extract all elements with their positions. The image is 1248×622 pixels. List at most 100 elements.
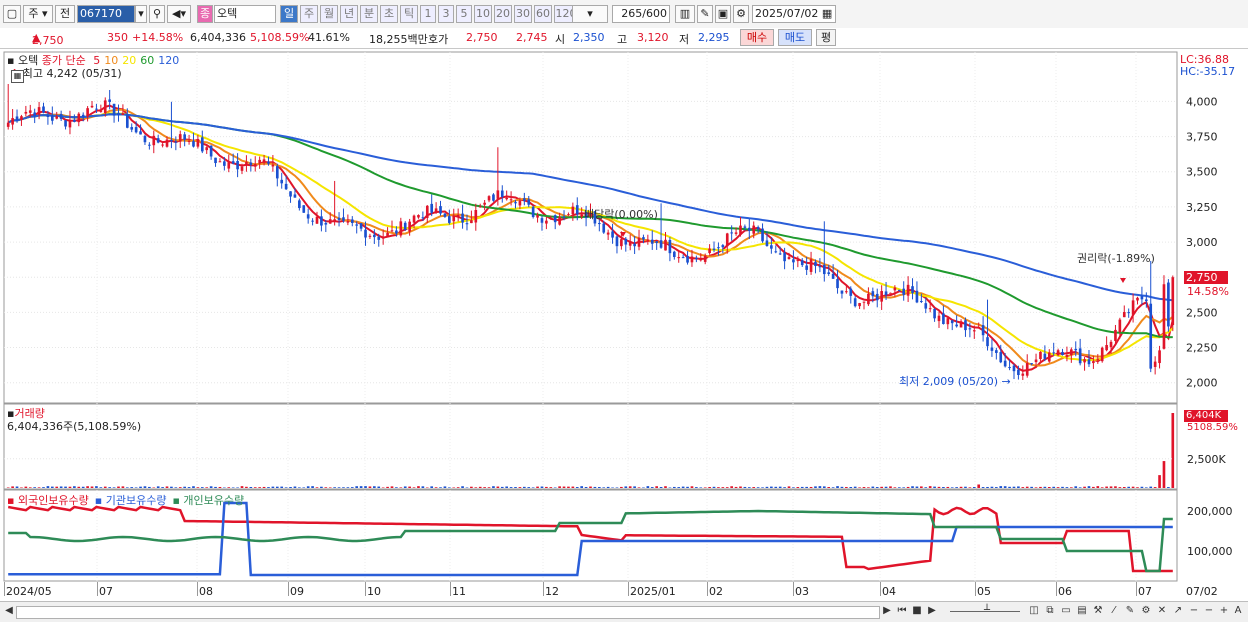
candle-body bbox=[258, 160, 261, 164]
period-1[interactable]: 주 bbox=[300, 5, 318, 23]
volume-bar bbox=[1158, 475, 1161, 488]
volume-bar bbox=[470, 487, 473, 488]
candle-body bbox=[1101, 348, 1104, 361]
line-tool-icon[interactable]: ⁄ bbox=[1107, 604, 1121, 618]
volume-bar bbox=[1096, 486, 1099, 488]
zoom-handle-icon[interactable]: ┴ bbox=[980, 604, 994, 618]
minus-icon[interactable]: − bbox=[1202, 604, 1216, 618]
save-icon[interactable]: ▣ bbox=[715, 5, 731, 23]
speaker-icon[interactable]: ◀▾ bbox=[167, 5, 191, 23]
candle-body bbox=[183, 134, 186, 139]
chart-area[interactable]: 4,0003,7503,5003,2503,0002,7502,5002,250… bbox=[0, 49, 1248, 601]
volume-bar bbox=[16, 486, 19, 488]
interval-10[interactable]: 10 bbox=[474, 5, 492, 23]
candle-body bbox=[333, 219, 336, 221]
draw-tool-icon[interactable]: ✎ bbox=[697, 5, 713, 23]
candle-body bbox=[602, 224, 605, 233]
candle-body bbox=[1044, 354, 1047, 359]
interval-5[interactable]: 5 bbox=[456, 5, 472, 23]
interval-3[interactable]: 3 bbox=[438, 5, 454, 23]
volume-bar bbox=[1039, 487, 1042, 488]
interval-60[interactable]: 60 bbox=[534, 5, 552, 23]
auto-scale-icon[interactable]: A bbox=[1231, 604, 1245, 618]
volume-bar bbox=[1048, 487, 1051, 488]
candle-body bbox=[435, 208, 438, 212]
buy-button[interactable]: 매수 bbox=[740, 29, 774, 46]
candle-body bbox=[677, 257, 680, 258]
arrow-icon[interactable]: ↗ bbox=[1171, 604, 1185, 618]
x-tick-mark bbox=[707, 582, 708, 596]
chart-type-icon[interactable]: ▥ bbox=[675, 5, 695, 23]
x-tick-mark bbox=[975, 582, 976, 596]
candle-body bbox=[783, 253, 786, 262]
sell-button[interactable]: 매도 bbox=[778, 29, 812, 46]
window-icon[interactable]: ▢ bbox=[3, 5, 21, 23]
pen-icon[interactable]: ✎ bbox=[1123, 604, 1137, 618]
volume-bar bbox=[986, 487, 989, 488]
scroll-right-icon[interactable]: ▶ bbox=[880, 604, 894, 618]
x-tick-13: 07 bbox=[1138, 585, 1152, 598]
interval-dropdown[interactable]: ▾ bbox=[572, 5, 608, 23]
candle-body bbox=[1123, 312, 1126, 317]
stats-icon[interactable]: ▤ bbox=[1075, 604, 1089, 618]
low-note-text: 최저 2,009 (05/20) bbox=[899, 375, 998, 388]
candle-body bbox=[748, 228, 751, 231]
volume-bar bbox=[832, 487, 835, 488]
candle-body bbox=[166, 140, 169, 147]
prev-button[interactable]: 전 bbox=[55, 5, 75, 23]
bottom-scrollbar[interactable]: ◀ ▶ ⏮ ■ ▶ ┴ ◫ ⧉ ▭ ▤ ⚒ ⁄ ✎ ⚙ ✕ ↗ − − + A bbox=[0, 601, 1248, 622]
grid-icon[interactable]: ▦ bbox=[11, 70, 24, 83]
volume-bar bbox=[161, 487, 164, 488]
rewind-icon[interactable]: ⏮ bbox=[895, 604, 909, 618]
zoom-out-icon[interactable]: − bbox=[1187, 604, 1201, 618]
candle-body bbox=[82, 115, 85, 117]
candle-body bbox=[699, 259, 702, 260]
volume-bar bbox=[863, 487, 866, 488]
scroll-thumb[interactable] bbox=[16, 606, 880, 619]
volume-bar bbox=[452, 487, 455, 488]
interval-20[interactable]: 20 bbox=[494, 5, 512, 23]
chevron-down-icon[interactable]: ▾ bbox=[135, 5, 147, 23]
eval-button[interactable]: 평 bbox=[816, 29, 836, 46]
candle-body bbox=[448, 216, 451, 223]
tool-icon[interactable]: ⚒ bbox=[1091, 604, 1105, 618]
rights-note: 권리락(-1.89%) bbox=[1077, 250, 1155, 266]
search-icon[interactable]: ⚲ bbox=[149, 5, 165, 23]
count-field[interactable]: 265/600 bbox=[612, 5, 670, 23]
volume-bar bbox=[298, 487, 301, 488]
play-icon[interactable]: ▶ bbox=[925, 604, 939, 618]
zoom-in-icon[interactable]: + bbox=[1217, 604, 1231, 618]
interval-1[interactable]: 1 bbox=[420, 5, 436, 23]
candle-body bbox=[320, 216, 323, 225]
period-4[interactable]: 분 bbox=[360, 5, 378, 23]
stock-code-input[interactable]: 067170 bbox=[77, 5, 135, 23]
market-select[interactable]: 주 ▾ bbox=[23, 5, 53, 23]
candle-body bbox=[338, 218, 341, 220]
period-2[interactable]: 월 bbox=[320, 5, 338, 23]
volume-bar bbox=[82, 487, 85, 488]
volume-bar bbox=[1163, 461, 1166, 488]
gear-icon[interactable]: ⚙ bbox=[733, 5, 749, 23]
stock-name-field[interactable]: 오텍 bbox=[214, 5, 276, 23]
cross-icon[interactable]: ✕ bbox=[1155, 604, 1169, 618]
layout-icon[interactable]: ◫ bbox=[1027, 604, 1041, 618]
x-axis-right-date: 07/02 bbox=[1186, 585, 1218, 598]
candle-body bbox=[995, 350, 998, 353]
period-5[interactable]: 초 bbox=[380, 5, 398, 23]
interval-30[interactable]: 30 bbox=[514, 5, 532, 23]
high-note-text: 최고 4,242 (05/31) bbox=[23, 67, 122, 80]
stop-icon[interactable]: ■ bbox=[910, 604, 924, 618]
copy-icon[interactable]: ⧉ bbox=[1043, 604, 1057, 618]
split-icon[interactable]: ▭ bbox=[1059, 604, 1073, 618]
scroll-left-icon[interactable]: ◀ bbox=[2, 604, 16, 618]
date-field[interactable]: 2025/07/02 ▦ bbox=[752, 5, 836, 23]
volume-bar bbox=[483, 487, 486, 488]
candle-body bbox=[558, 217, 561, 225]
period-3[interactable]: 년 bbox=[340, 5, 358, 23]
settings-icon[interactable]: ⚙ bbox=[1139, 604, 1153, 618]
volume-bar bbox=[183, 487, 186, 488]
volume-bar bbox=[307, 486, 310, 488]
period-0[interactable]: 일 bbox=[280, 5, 298, 23]
volume-bar bbox=[47, 486, 50, 488]
period-6[interactable]: 틱 bbox=[400, 5, 418, 23]
